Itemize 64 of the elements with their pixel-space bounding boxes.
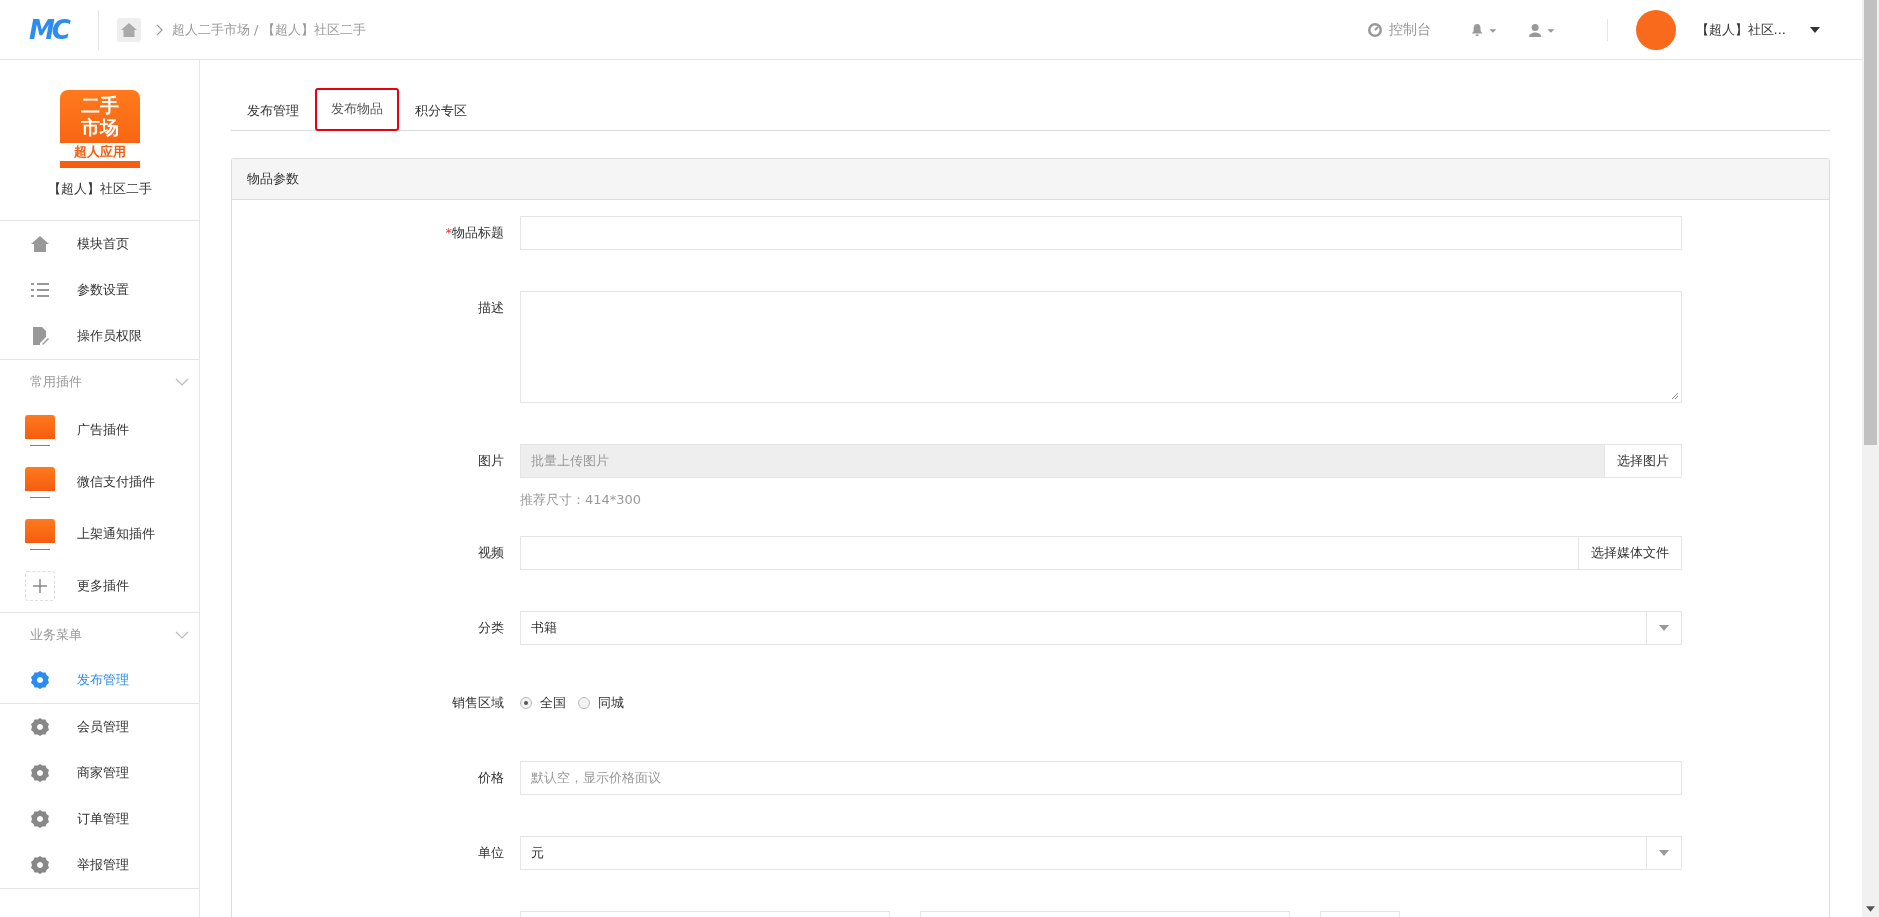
nav-item[interactable]: 参数设置	[0, 267, 199, 313]
panel-title: 物品参数	[247, 170, 299, 188]
field-label: 图片	[477, 452, 505, 470]
breadcrumb-separator: /	[254, 22, 259, 37]
choose-file-button[interactable]: 选择图片	[1605, 444, 1682, 478]
gear-icon	[30, 809, 50, 829]
app-name: 【超人】社区二手	[47, 180, 152, 198]
scroll-down-arrow-icon[interactable]	[1866, 906, 1875, 912]
input-field[interactable]	[520, 216, 1682, 250]
gear-icon	[30, 670, 50, 690]
hint-text: 推荐尺寸：414*300	[520, 491, 643, 509]
gauge-icon	[1366, 21, 1383, 38]
nav-item[interactable]: 广告插件	[0, 404, 199, 456]
radio-option[interactable]: 全国	[520, 694, 566, 712]
scrollbar[interactable]	[1862, 0, 1879, 917]
field-label: 单位	[477, 844, 505, 862]
document-edit-icon	[30, 326, 50, 346]
app-icon: 二手 市场 超人应用	[59, 90, 140, 168]
gear-icon	[30, 717, 50, 737]
dropdown-caret-icon	[1659, 625, 1669, 631]
tab[interactable]: 积分专区	[399, 90, 483, 131]
nav-item[interactable]: 微信支付插件	[0, 456, 199, 508]
list-icon	[30, 280, 50, 300]
nav-item[interactable]: 操作员权限	[0, 313, 199, 359]
choose-file-button[interactable]: 选择媒体文件	[1579, 536, 1682, 570]
field-label: 描述	[477, 299, 505, 317]
home-icon	[30, 234, 50, 254]
nav-item[interactable]: 模块首页	[0, 221, 199, 267]
field-label: 价格	[477, 769, 505, 787]
gear-icon	[30, 855, 50, 875]
field-label: 销售区域	[451, 694, 505, 712]
chevron-right-icon	[155, 23, 164, 36]
tab[interactable]: 发布管理	[231, 90, 315, 131]
user-menu-icon[interactable]	[1528, 21, 1557, 38]
resize-grip-icon[interactable]	[1671, 392, 1679, 400]
select-field[interactable]: 元	[520, 836, 1682, 870]
field-label: 分类	[477, 619, 505, 637]
select-field[interactable]: 书籍	[520, 611, 1682, 645]
home-icon[interactable]	[117, 17, 141, 42]
caret-icon[interactable]	[1810, 26, 1820, 33]
textarea-field[interactable]	[520, 291, 1682, 403]
nav-item[interactable]: 发布管理	[0, 657, 199, 704]
tab[interactable]: 发布物品	[315, 88, 399, 131]
field-label: *物品标题	[444, 224, 505, 242]
gear-icon	[30, 763, 50, 783]
section-title: 业务菜单	[30, 626, 82, 644]
chevron-icon[interactable]	[175, 631, 189, 639]
nav-item[interactable]: 更多插件	[0, 560, 199, 612]
breadcrumb-current: 【超人】社区二手	[262, 20, 367, 39]
avatar-icon[interactable]	[1635, 9, 1676, 50]
nav-item[interactable]: 举报管理	[0, 842, 199, 888]
dropdown-caret-icon	[1659, 850, 1669, 856]
chevron-icon[interactable]	[175, 378, 189, 386]
section-title: 常用插件	[30, 373, 82, 391]
nav-item[interactable]: 订单管理	[0, 796, 199, 842]
file-path-field[interactable]	[520, 536, 1579, 570]
field-label: 视频	[477, 544, 505, 562]
nav-item[interactable]: 商家管理	[0, 750, 199, 796]
nav-item[interactable]: 上架通知插件	[0, 508, 199, 560]
nav-item[interactable]: 会员管理	[0, 704, 199, 750]
plus-icon	[25, 571, 55, 601]
account-name[interactable]: 【超人】社区...	[1695, 20, 1786, 39]
notification-bell-icon[interactable]	[1470, 21, 1499, 38]
radio-option[interactable]: 同城	[578, 694, 624, 712]
